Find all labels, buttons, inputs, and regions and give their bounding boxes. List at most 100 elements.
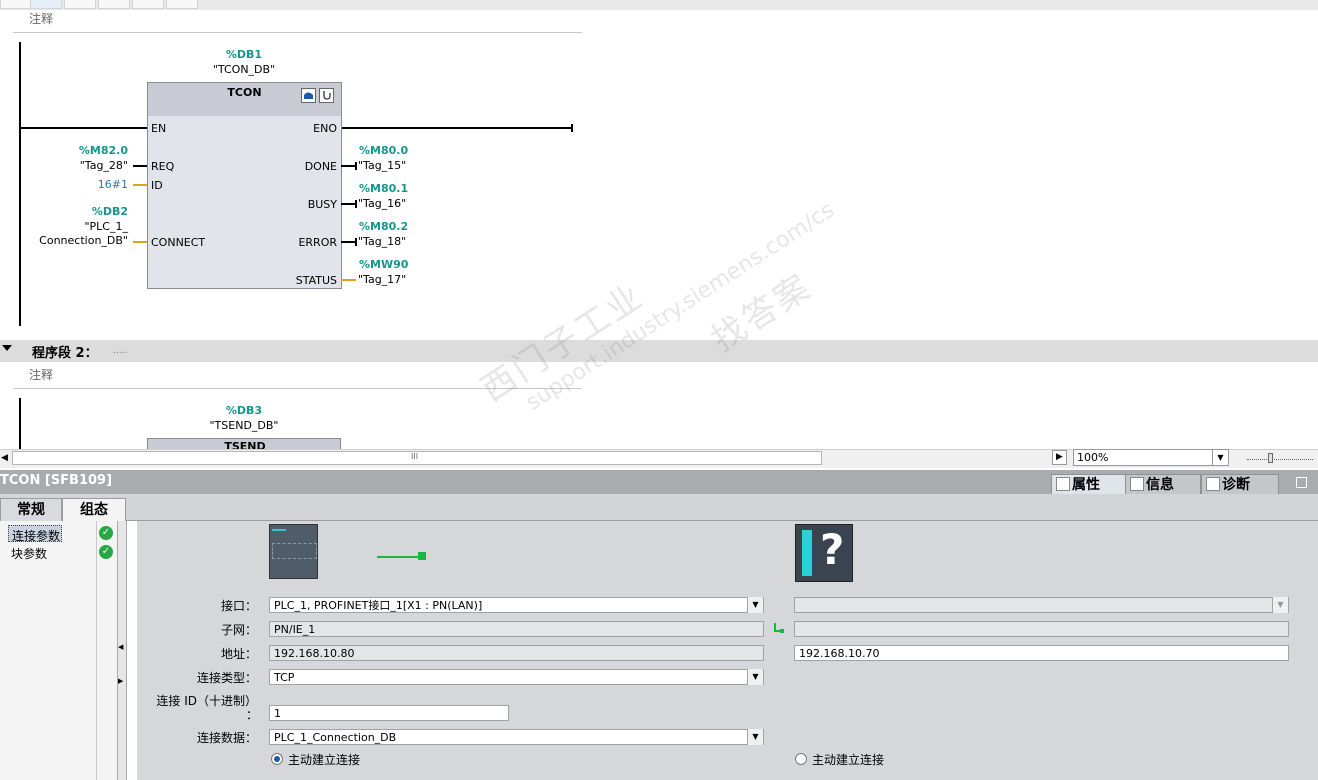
busy-coil-mark (355, 200, 357, 208)
check-icon: ✓ (99, 545, 113, 559)
busy-tag[interactable]: "Tag_16" (358, 197, 406, 210)
horizontal-scrollbar-thumb[interactable]: III (12, 451, 822, 465)
error-tag[interactable]: "Tag_18" (358, 235, 406, 248)
instance-db-operand[interactable]: %DB1 (147, 48, 341, 61)
req-operand[interactable]: %M82.0 (40, 144, 128, 157)
partner-address-input[interactable]: 192.168.10.70 (794, 645, 1289, 661)
rung-end-marker (571, 124, 573, 132)
radio-local-active-label: 主动建立连接 (288, 753, 361, 767)
connect-operand[interactable]: %DB2 (40, 205, 128, 218)
status-wire (341, 279, 356, 281)
tcon-block[interactable]: TCON EN REQ ID CONNECT ENO DONE BUSY ERR… (147, 82, 342, 289)
network2-instance-operand[interactable]: %DB3 (147, 404, 341, 417)
nav-item-block-params[interactable]: 块参数 (11, 545, 47, 562)
instance-db-name[interactable]: "TCON_DB" (147, 63, 341, 76)
toolbar-tab-5[interactable] (132, 0, 164, 9)
diagnostics-icon (1206, 477, 1220, 491)
block-diagnostic-icon[interactable] (319, 88, 334, 103)
conn-id-colon: ： (246, 708, 259, 722)
scroll-right-arrow-icon[interactable]: ▶ (1052, 450, 1067, 465)
conn-data-value: PLC_1_Connection_DB (274, 731, 397, 744)
network2-title-placeholder[interactable]: ..... (113, 346, 127, 356)
pin-error: ERROR (298, 236, 337, 249)
pin-connect: CONNECT (151, 236, 206, 249)
conn-type-label: 连接类型： (196, 671, 257, 685)
inspector-tabs-row (0, 494, 1318, 521)
network1-comment-rule (13, 32, 582, 33)
tab-diagnostics[interactable]: 诊断 (1201, 474, 1279, 496)
error-operand[interactable]: %M80.2 (359, 220, 408, 233)
nav-item-connection-params[interactable]: 连接参数 (8, 525, 62, 543)
tab-info-label: 信息 (1146, 477, 1174, 493)
zoom-slider-handle[interactable] (1268, 453, 1273, 463)
en-wire (21, 127, 147, 129)
done-operand[interactable]: %M80.0 (359, 144, 408, 157)
tab-general[interactable]: 常规 (0, 498, 62, 521)
collapse-triangle-icon[interactable] (2, 345, 12, 351)
radio-partner-active[interactable] (795, 753, 807, 765)
partner-interface-select[interactable]: ▼ (794, 597, 1289, 613)
properties-icon (1056, 477, 1070, 491)
busy-operand[interactable]: %M80.1 (359, 182, 408, 195)
tab-properties[interactable]: 属性 (1051, 474, 1126, 496)
address-value: 192.168.10.80 (274, 647, 355, 660)
error-wire (341, 241, 356, 243)
scroll-left-arrow-icon[interactable]: ◀ (0, 451, 9, 465)
splitter-left-arrow-icon[interactable]: ◀ (118, 643, 123, 651)
scrollbar-grip: III (411, 452, 419, 461)
connection-link-line (377, 556, 420, 558)
connect-tag-line1[interactable]: "PLC_1_ (30, 220, 128, 233)
info-icon (1130, 477, 1144, 491)
zoom-select[interactable]: 100% ▼ (1073, 449, 1229, 466)
network2-power-rail (19, 398, 21, 449)
toolbar-tab-2[interactable] (30, 0, 62, 9)
nav-item-connection-params-label: 连接参数 (12, 529, 61, 543)
conn-type-select[interactable]: TCP ▼ (269, 669, 764, 685)
partner-device-bar (802, 530, 812, 576)
subnet-link-icon (773, 622, 785, 634)
restore-window-icon[interactable] (1296, 477, 1307, 488)
splitter-right-arrow-icon[interactable]: ▶ (118, 677, 123, 685)
req-tag[interactable]: "Tag_28" (40, 159, 128, 172)
conn-data-select[interactable]: PLC_1_Connection_DB ▼ (269, 729, 764, 745)
pin-en: EN (151, 122, 167, 135)
done-tag[interactable]: "Tag_15" (358, 159, 406, 172)
conn-type-dropdown-icon[interactable]: ▼ (747, 669, 763, 685)
toolbar-tab-6[interactable] (166, 0, 198, 9)
toolbar-tab-3[interactable] (64, 0, 96, 9)
toolbar-tab-4[interactable] (98, 0, 130, 9)
tab-configuration[interactable]: 组态 (62, 498, 126, 521)
pin-req: REQ (151, 160, 175, 173)
radio-partner-active-label: 主动建立连接 (812, 753, 885, 767)
network2-header[interactable]: 程序段 2： ..... (0, 340, 1318, 362)
network2-instance-name[interactable]: "TSEND_DB" (147, 419, 341, 432)
conn-type-value: TCP (274, 671, 295, 684)
plc-device-icon (269, 524, 318, 579)
id-value[interactable]: 16#1 (40, 178, 128, 191)
radio-local-active[interactable] (271, 753, 283, 765)
address-field: 192.168.10.80 (269, 645, 764, 661)
network1-comment[interactable]: 注释 (29, 10, 53, 27)
interface-dropdown-icon[interactable]: ▼ (747, 597, 763, 613)
conn-data-dropdown-icon[interactable]: ▼ (747, 729, 763, 745)
connect-wire (133, 241, 147, 243)
conn-id-input[interactable]: 1 (269, 705, 509, 721)
plc-device-slots (272, 543, 317, 559)
plc-device-led (272, 529, 286, 531)
interface-select[interactable]: PLC_1, PROFINET接口_1[X1 : PN(LAN)] ▼ (269, 597, 764, 613)
tsend-block-title: TSEND (224, 440, 266, 449)
conn-id-label: 连接 ID（十进制） (156, 694, 257, 708)
tsend-block[interactable]: TSEND (147, 438, 341, 449)
toolbar-tab-1[interactable] (0, 0, 32, 9)
id-wire (133, 184, 147, 186)
partner-interface-dropdown-icon[interactable]: ▼ (1272, 597, 1288, 613)
tab-info[interactable]: 信息 (1125, 474, 1201, 496)
network2-comment[interactable]: 注释 (29, 366, 53, 383)
status-operand[interactable]: %MW90 (359, 258, 408, 271)
status-tag[interactable]: "Tag_17" (358, 273, 406, 286)
block-online-icon[interactable] (301, 88, 316, 103)
connect-tag-line2[interactable]: Connection_DB" (30, 234, 128, 247)
zoom-dropdown-icon[interactable]: ▼ (1212, 450, 1228, 465)
pin-eno: ENO (313, 122, 337, 135)
zoom-slider-track[interactable] (1247, 459, 1313, 461)
